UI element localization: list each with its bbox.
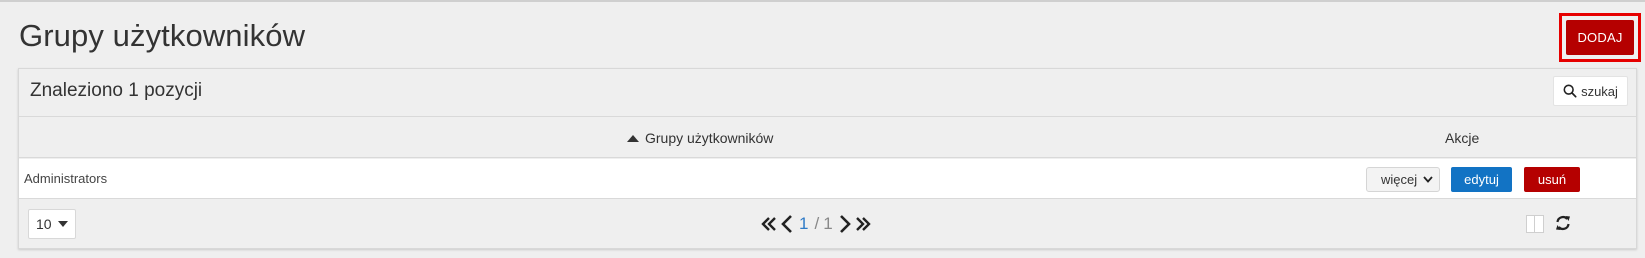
page-size-value: 10 bbox=[36, 216, 52, 232]
columns-icon[interactable] bbox=[1526, 215, 1544, 233]
caret-down-icon bbox=[58, 221, 68, 227]
more-actions-label: więcej bbox=[1381, 172, 1418, 187]
column-header-actions: Akcje bbox=[1445, 130, 1480, 146]
page-separator: / bbox=[814, 214, 820, 233]
refresh-icon[interactable] bbox=[1554, 214, 1572, 232]
search-icon bbox=[1563, 84, 1577, 98]
total-pages: 1 bbox=[823, 214, 833, 233]
panel-header: Znaleziono 1 pozycji szukaj bbox=[19, 69, 1636, 117]
pagination: 1 / 1 bbox=[761, 212, 871, 236]
delete-button[interactable]: usuń bbox=[1524, 167, 1580, 192]
table-header: Grupy użytkowników Akcje bbox=[19, 118, 1636, 158]
edit-button[interactable]: edytuj bbox=[1451, 167, 1512, 192]
double-chevron-right-icon[interactable] bbox=[855, 216, 871, 232]
double-chevron-left-icon[interactable] bbox=[761, 216, 777, 232]
page-size-select[interactable]: 10 bbox=[28, 209, 76, 239]
page-title: Grupy użytkowników bbox=[19, 18, 306, 53]
chevron-down-icon bbox=[1423, 176, 1433, 183]
search-label: szukaj bbox=[1581, 83, 1618, 99]
search-button[interactable]: szukaj bbox=[1553, 76, 1628, 106]
chevron-left-icon[interactable] bbox=[781, 215, 793, 233]
groups-panel: Znaleziono 1 pozycji szukaj Grupy użytko… bbox=[18, 68, 1637, 249]
results-count: Znaleziono 1 pozycji bbox=[30, 80, 203, 101]
current-page: 1 bbox=[799, 214, 809, 233]
column-header-groups[interactable]: Grupy użytkowników bbox=[627, 130, 773, 146]
group-name-cell: Administrators bbox=[24, 171, 108, 186]
add-button[interactable]: DODAJ bbox=[1566, 20, 1634, 55]
chevron-right-icon[interactable] bbox=[839, 215, 851, 233]
more-actions-select[interactable]: więcej bbox=[1366, 167, 1440, 192]
sort-asc-icon bbox=[627, 134, 639, 142]
top-divider bbox=[0, 0, 1645, 2]
table-row: Administrators więcej edytuj usuń bbox=[19, 159, 1636, 199]
add-button-highlight: DODAJ bbox=[1559, 13, 1641, 62]
column-header-groups-label: Grupy użytkowników bbox=[645, 130, 774, 146]
table-footer: 10 1 / 1 bbox=[19, 200, 1636, 249]
